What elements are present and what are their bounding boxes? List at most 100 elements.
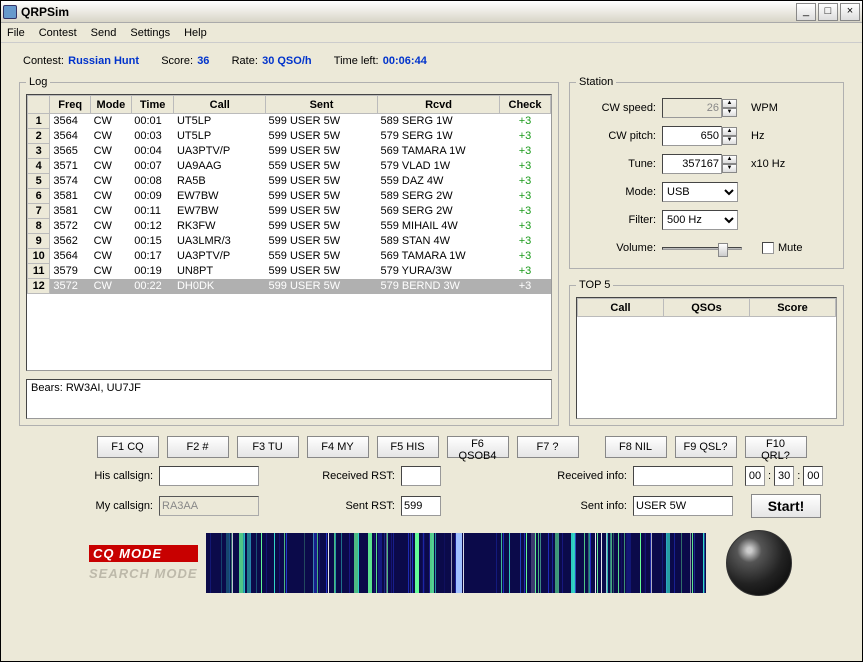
- start-button[interactable]: Start!: [751, 494, 821, 518]
- top5-table[interactable]: Call QSOs Score: [576, 297, 837, 419]
- tune-input[interactable]: [662, 154, 722, 174]
- log-cell: UA3LMR/3: [174, 234, 266, 249]
- log-row[interactable]: 113579CW00:19UN8PT599 USER 5W579 YURA/3W…: [28, 264, 551, 279]
- log-header[interactable]: Sent: [266, 96, 378, 114]
- log-header[interactable]: Freq: [50, 96, 91, 114]
- log-cell: 569 TAMARA 1W: [377, 249, 499, 264]
- fkey-button-7[interactable]: F7 ?: [517, 436, 579, 458]
- top5-header-call[interactable]: Call: [578, 299, 664, 317]
- fkey-button-8[interactable]: F8 NIL: [605, 436, 667, 458]
- log-row[interactable]: 43571CW00:07UA9AAG559 USER 5W579 VLAD 1W…: [28, 159, 551, 174]
- fkey-row: F1 CQ F2 # F3 TU F4 MY F5 HIS F6 QSOB4 F7 ? F8 …: [19, 436, 844, 458]
- sent-info-input[interactable]: [633, 496, 733, 516]
- received-info-input[interactable]: [633, 466, 733, 486]
- log-row[interactable]: 63581CW00:09EW7BW599 USER 5W589 SERG 2W+…: [28, 189, 551, 204]
- fkey-button-9[interactable]: F9 QSL?: [675, 436, 737, 458]
- log-cell: 599 USER 5W: [266, 279, 378, 294]
- titlebar: QRPSim _ □ ×: [1, 1, 862, 23]
- my-callsign-label: My callsign:: [73, 500, 153, 512]
- mute-checkbox[interactable]: [762, 242, 774, 254]
- cw-pitch-input[interactable]: [662, 126, 722, 146]
- log-cell: 569 TAMARA 1W: [377, 144, 499, 159]
- duration-ss[interactable]: [803, 466, 823, 486]
- minimize-button[interactable]: _: [796, 3, 816, 21]
- log-row[interactable]: 23564CW00:03UT5LP599 USER 5W579 SERG 1W+…: [28, 129, 551, 144]
- log-cell: UA3PTV/P: [174, 249, 266, 264]
- log-cell: 579 SERG 1W: [377, 129, 499, 144]
- mode-select-label: Mode:: [576, 186, 656, 198]
- fkey-button-4[interactable]: F4 MY: [307, 436, 369, 458]
- log-cell: CW: [91, 279, 132, 294]
- log-cell: CW: [91, 174, 132, 189]
- log-cell: EW7BW: [174, 189, 266, 204]
- log-cell: 00:19: [131, 264, 174, 279]
- cw-pitch-spinner[interactable]: ▲▼: [722, 127, 737, 145]
- log-table-container[interactable]: FreqModeTimeCallSentRcvdCheck 13564CW00:…: [26, 94, 552, 371]
- fkey-button-1[interactable]: F1 CQ: [97, 436, 159, 458]
- log-cell: 00:09: [131, 189, 174, 204]
- log-cell: 599 USER 5W: [266, 219, 378, 234]
- log-row[interactable]: 13564CW00:01UT5LP599 USER 5W589 SERG 1W+…: [28, 114, 551, 129]
- cw-speed-label: CW speed:: [576, 102, 656, 114]
- log-cell: 559 USER 5W: [266, 249, 378, 264]
- log-cell: 5: [28, 174, 50, 189]
- log-header[interactable]: Rcvd: [377, 96, 499, 114]
- log-cell: 599 USER 5W: [266, 189, 378, 204]
- cw-speed-spinner[interactable]: ▲▼: [722, 99, 737, 117]
- fkey-button-5[interactable]: F5 HIS: [377, 436, 439, 458]
- log-row[interactable]: 33565CW00:04UA3PTV/P599 USER 5W569 TAMAR…: [28, 144, 551, 159]
- top5-header-qsos[interactable]: QSOs: [664, 299, 750, 317]
- log-header[interactable]: Time: [131, 96, 174, 114]
- fkey-button-6[interactable]: F6 QSOB4: [447, 436, 509, 458]
- log-cell: 579 BERND 3W: [377, 279, 499, 294]
- close-button[interactable]: ×: [840, 3, 860, 21]
- received-rst-input[interactable]: [401, 466, 441, 486]
- menu-send[interactable]: Send: [91, 27, 117, 39]
- log-row[interactable]: 73581CW00:11EW7BW599 USER 5W569 SERG 2W+…: [28, 204, 551, 219]
- duration-hh[interactable]: [745, 466, 765, 486]
- tune-spinner[interactable]: ▲▼: [722, 155, 737, 173]
- fkey-button-10[interactable]: F10 QRL?: [745, 436, 807, 458]
- his-callsign-input[interactable]: [159, 466, 259, 486]
- fkey-button-3[interactable]: F3 TU: [237, 436, 299, 458]
- summary-bar: Contest: Russian Hunt Score: 36 Rate: 30…: [23, 51, 844, 68]
- app-icon: [3, 5, 17, 19]
- log-cell: 11: [28, 264, 50, 279]
- top5-header-score[interactable]: Score: [750, 299, 836, 317]
- score-value: 36: [197, 55, 209, 67]
- cw-speed-input[interactable]: [662, 98, 722, 118]
- log-row[interactable]: 93562CW00:15UA3LMR/3599 USER 5W589 STAN …: [28, 234, 551, 249]
- maximize-button[interactable]: □: [818, 3, 838, 21]
- filter-select[interactable]: 500 Hz: [662, 210, 738, 230]
- log-row[interactable]: 83572CW00:12RK3FW599 USER 5W559 MIHAIL 4…: [28, 219, 551, 234]
- log-cell: 00:17: [131, 249, 174, 264]
- log-header[interactable]: Call: [174, 96, 266, 114]
- sent-rst-input[interactable]: [401, 496, 441, 516]
- score-label: Score:: [161, 55, 193, 67]
- log-header[interactable]: Mode: [91, 96, 132, 114]
- log-cell: DH0DK: [174, 279, 266, 294]
- log-cell: 12: [28, 279, 50, 294]
- log-cell: 559 MIHAIL 4W: [377, 219, 499, 234]
- log-cell: CW: [91, 249, 132, 264]
- log-header[interactable]: Check: [500, 96, 551, 114]
- waterfall-display[interactable]: [206, 533, 706, 593]
- fkey-button-2[interactable]: F2 #: [167, 436, 229, 458]
- mode-select[interactable]: USB: [662, 182, 738, 202]
- menu-contest[interactable]: Contest: [39, 27, 77, 39]
- menu-file[interactable]: File: [7, 27, 25, 39]
- rotary-knob-icon[interactable]: [726, 530, 792, 596]
- log-row[interactable]: 123572CW00:22DH0DK599 USER 5W579 BERND 3…: [28, 279, 551, 294]
- menu-help[interactable]: Help: [184, 27, 207, 39]
- menu-settings[interactable]: Settings: [130, 27, 170, 39]
- duration-mm[interactable]: [774, 466, 794, 486]
- log-cell: 10: [28, 249, 50, 264]
- log-cell: 3572: [50, 279, 91, 294]
- log-row[interactable]: 103564CW00:17UA3PTV/P559 USER 5W569 TAMA…: [28, 249, 551, 264]
- menu-bar: File Contest Send Settings Help: [1, 23, 862, 43]
- log-cell: UA9AAG: [174, 159, 266, 174]
- x10hz-label: x10 Hz: [751, 158, 785, 170]
- log-row[interactable]: 53574CW00:08RA5B599 USER 5W559 DAZ 4W+3: [28, 174, 551, 189]
- volume-slider[interactable]: [662, 247, 742, 250]
- log-header[interactable]: [28, 96, 50, 114]
